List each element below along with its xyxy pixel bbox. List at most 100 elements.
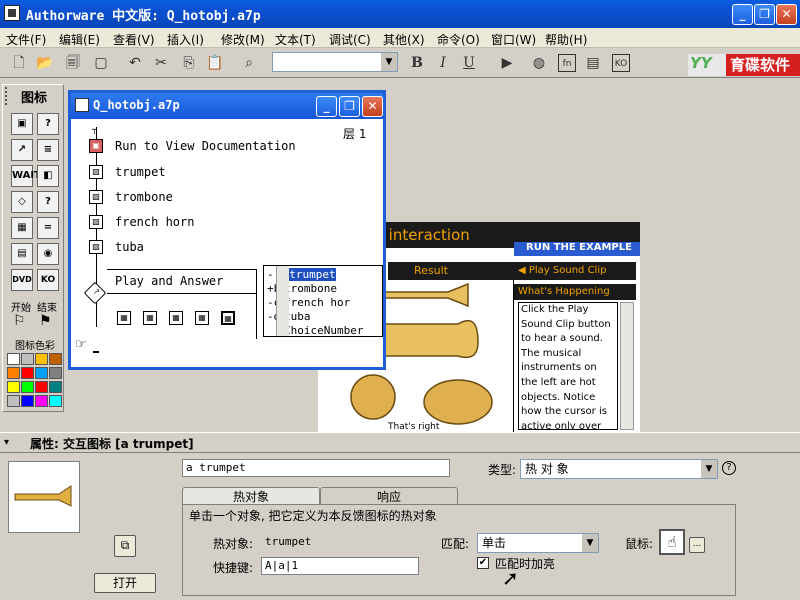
navigate-icon[interactable]: WAIT — [11, 165, 41, 187]
chevron-down-icon[interactable]: ▼ — [701, 460, 717, 478]
map-icon[interactable]: = — [37, 217, 59, 239]
paste-icon[interactable]: 📋 — [206, 54, 224, 72]
color-swatch[interactable] — [35, 381, 48, 393]
display-icon[interactable]: ▧ — [89, 165, 103, 179]
color-swatch[interactable] — [7, 395, 20, 407]
minimize-button[interactable]: _ — [732, 4, 753, 25]
response-icon-choice[interactable]: ▦ — [221, 311, 235, 325]
motion-icon[interactable]: ? — [37, 113, 59, 135]
response-icon-b[interactable]: ▦ — [143, 311, 157, 325]
hand-cursor-icon[interactable]: ☞ — [75, 337, 87, 352]
restore-button[interactable]: ❐ — [754, 4, 775, 25]
start-flag-icon[interactable]: ⚐ — [13, 313, 26, 329]
flow-item-tuba[interactable]: tuba — [115, 240, 144, 254]
decision-icon[interactable]: ◇ — [11, 191, 33, 213]
functions-icon[interactable]: fn — [558, 54, 576, 72]
sound-icon[interactable]: ◉ — [37, 243, 59, 265]
menu-modify[interactable]: 修改(M) — [221, 31, 265, 48]
color-swatch[interactable] — [35, 353, 48, 365]
response-icon-c[interactable]: ▦ — [169, 311, 183, 325]
knowledge-objects-icon[interactable]: KO — [612, 54, 630, 72]
variables-icon[interactable]: ▤ — [584, 54, 602, 72]
play-sound-button[interactable]: ◀ Play Sound Clip — [514, 262, 636, 280]
open-button[interactable]: 打开 — [94, 573, 156, 593]
type-select[interactable]: 热 对 象 ▼ — [520, 459, 718, 479]
control-panel-icon[interactable]: ◍ — [530, 54, 548, 72]
highlight-checkbox[interactable]: ✔ — [477, 557, 489, 569]
color-swatch[interactable] — [21, 381, 34, 393]
chevron-down-icon[interactable]: ▼ — [582, 534, 598, 552]
underline-button[interactable]: U — [460, 54, 478, 72]
menu-window[interactable]: 窗口(W) — [491, 31, 536, 48]
digital-movie-icon[interactable]: ▤ — [11, 243, 33, 265]
shortcut-field[interactable]: A|a|1 — [261, 557, 419, 575]
menu-edit[interactable]: 编辑(E) — [59, 31, 100, 48]
flow-item-documentation[interactable]: Run to View Documentation — [115, 139, 296, 153]
bold-button[interactable]: B — [408, 54, 426, 72]
interaction-icon[interactable]: ? — [37, 191, 59, 213]
response-icon-a[interactable]: ▦ — [117, 311, 131, 325]
info-scrollbar[interactable] — [620, 302, 634, 430]
cursor-browse-button[interactable]: ... — [689, 537, 705, 553]
erase-icon[interactable]: ↗ — [11, 139, 33, 161]
response-icon-d[interactable]: ▦ — [195, 311, 209, 325]
menu-help[interactable]: 帮助(H) — [545, 31, 587, 48]
cut-icon[interactable]: ✂ — [152, 54, 170, 72]
menu-file[interactable]: 文件(F) — [6, 31, 46, 48]
design-minimize-button[interactable]: _ — [316, 96, 337, 117]
icon-name-field[interactable]: a trumpet — [182, 459, 450, 477]
display-icon[interactable]: ▧ — [89, 215, 103, 229]
display-icon[interactable]: ▧ — [89, 240, 103, 254]
design-maximize-button[interactable]: ❐ — [339, 96, 360, 117]
hand-cursor-icon[interactable]: ☝ — [659, 529, 685, 555]
open-file-icon[interactable]: 📂 — [36, 54, 54, 72]
close-button[interactable]: ✕ — [776, 4, 797, 25]
display-icon[interactable]: ▧ — [89, 190, 103, 204]
wait-icon[interactable]: ≡ — [37, 139, 59, 161]
chevron-down-icon[interactable]: ▼ — [381, 53, 397, 71]
color-swatch[interactable] — [35, 395, 48, 407]
italic-button[interactable]: I — [434, 54, 452, 72]
response-item-b[interactable]: trombone — [284, 282, 337, 295]
color-swatch[interactable] — [7, 381, 20, 393]
flow-item-trumpet[interactable]: trumpet — [115, 165, 166, 179]
response-item-c[interactable]: french hor — [284, 296, 350, 309]
help-icon[interactable]: ? — [722, 461, 736, 475]
framework-icon[interactable]: ◧ — [37, 165, 59, 187]
flow-item-play-and-answer[interactable]: Play and Answer — [115, 274, 223, 288]
menu-other[interactable]: 其他(X) — [383, 31, 425, 48]
color-swatch[interactable] — [49, 381, 62, 393]
design-close-button[interactable]: ✕ — [362, 96, 383, 117]
flow-item-french-horn[interactable]: french horn — [115, 215, 194, 229]
open-icon[interactable]: ⧉ — [114, 535, 136, 557]
knowledge-object-icon[interactable]: KO — [37, 269, 59, 291]
menu-view[interactable]: 查看(V) — [113, 31, 155, 48]
import-icon[interactable]: ▢ — [92, 54, 110, 72]
find-icon[interactable]: ⌕ — [240, 54, 258, 72]
copy-icon[interactable]: ⎘ — [180, 54, 198, 72]
color-swatch[interactable] — [7, 367, 20, 379]
undo-icon[interactable]: ↶ — [126, 54, 144, 72]
response-item-choice[interactable]: ChoiceNumber — [284, 324, 363, 337]
color-swatch[interactable] — [21, 353, 34, 365]
run-icon[interactable]: ▶ — [498, 54, 516, 72]
menu-debug[interactable]: 调试(C) — [329, 31, 371, 48]
menu-commands[interactable]: 命令(O) — [437, 31, 480, 48]
color-swatch[interactable] — [49, 353, 62, 365]
end-flag-icon[interactable]: ⚑ — [39, 313, 52, 329]
map-icon[interactable]: ▣ — [89, 139, 103, 153]
color-swatch[interactable] — [49, 367, 62, 379]
save-all-icon[interactable]: 🗐 — [64, 54, 82, 72]
calculate-icon[interactable]: ▦ — [11, 217, 33, 239]
response-list-scrollbar[interactable] — [276, 266, 289, 336]
text-style-combo[interactable]: ▼ — [272, 52, 398, 72]
color-swatch[interactable] — [35, 367, 48, 379]
color-swatch[interactable] — [49, 395, 62, 407]
match-select[interactable]: 单击 ▼ — [477, 533, 599, 553]
palette-grip[interactable] — [5, 87, 9, 105]
dvd-icon[interactable]: DVD — [11, 269, 33, 291]
interaction-icon[interactable]: ? — [83, 281, 107, 305]
menu-text[interactable]: 文本(T) — [275, 31, 316, 48]
display-icon[interactable]: ▣ — [11, 113, 33, 135]
flow-item-trombone[interactable]: trombone — [115, 190, 173, 204]
